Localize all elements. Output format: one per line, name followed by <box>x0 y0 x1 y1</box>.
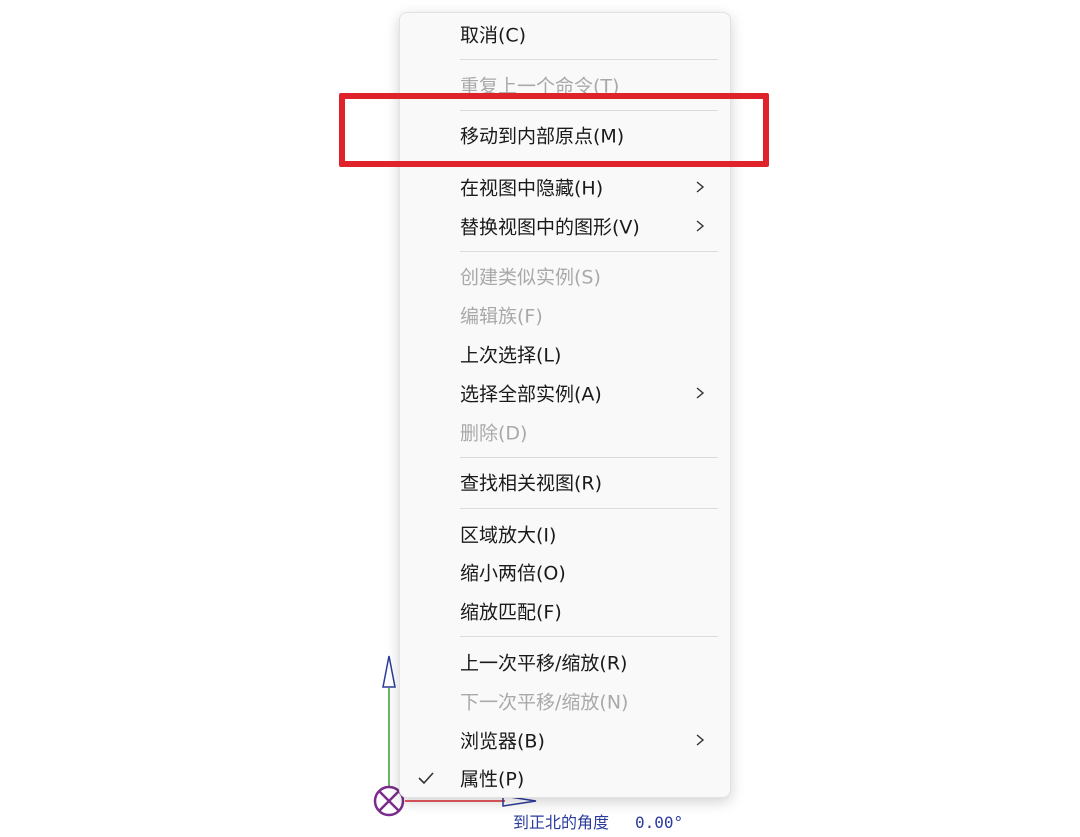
highlight-annotation-box <box>339 93 769 167</box>
y-axis-arrow-icon <box>382 655 396 688</box>
menu-item-edit-family: 编辑族(F) <box>400 298 730 332</box>
menu-item-label: 替换视图中的图形(V) <box>460 216 640 239</box>
menu-item-label: 在视图中隐藏(H) <box>460 177 604 200</box>
menu-item-zoom-in-region[interactable]: 区域放大(I) <box>400 517 730 551</box>
menu-item-find-referring-views[interactable]: 查找相关视图(R) <box>400 465 730 499</box>
menu-item-label: 浏览器(B) <box>460 730 545 753</box>
checkmark-icon <box>418 772 434 785</box>
menu-separator <box>460 457 718 458</box>
menu-item-select-all-instances[interactable]: 选择全部实例(A) <box>400 376 730 410</box>
north-angle-label: 到正北的角度 <box>513 813 610 832</box>
menu-item-properties[interactable]: 属性(P) <box>400 761 730 795</box>
chevron-right-icon <box>696 387 705 399</box>
menu-separator <box>460 251 718 252</box>
menu-item-override-graphics-in-view[interactable]: 替换视图中的图形(V) <box>400 209 730 243</box>
menu-item-delete: 删除(D) <box>400 415 730 449</box>
chevron-right-icon <box>696 181 705 193</box>
menu-item-label: 选择全部实例(A) <box>460 383 602 406</box>
menu-item-next-pan-zoom: 下一次平移/缩放(N) <box>400 684 730 718</box>
menu-item-zoom-out-2x[interactable]: 缩小两倍(O) <box>400 555 730 589</box>
north-angle-readout: 到正北的角度 0.00° <box>513 809 683 833</box>
chevron-right-icon <box>696 220 705 232</box>
menu-item-hide-in-view[interactable]: 在视图中隐藏(H) <box>400 170 730 204</box>
menu-item-label: 创建类似实例(S) <box>460 266 601 289</box>
menu-item-create-similar: 创建类似实例(S) <box>400 259 730 293</box>
menu-item-label: 缩小两倍(O) <box>460 562 566 585</box>
north-angle-value: 0.00° <box>635 813 684 832</box>
menu-item-label: 下一次平移/缩放(N) <box>460 691 629 714</box>
menu-item-label: 区域放大(I) <box>460 524 557 547</box>
menu-separator <box>460 59 718 60</box>
menu-item-label: 上次选择(L) <box>460 344 562 367</box>
menu-separator <box>460 636 718 637</box>
menu-item-label: 缩放匹配(F) <box>460 601 562 624</box>
menu-separator <box>460 508 718 509</box>
menu-item-cancel[interactable]: 取消(C) <box>400 17 730 51</box>
menu-item-browsers[interactable]: 浏览器(B) <box>400 723 730 757</box>
menu-item-select-previous[interactable]: 上次选择(L) <box>400 337 730 371</box>
menu-item-label: 取消(C) <box>460 24 527 47</box>
menu-item-label: 上一次平移/缩放(R) <box>460 652 628 675</box>
menu-item-label: 编辑族(F) <box>460 305 543 328</box>
menu-item-label: 删除(D) <box>460 422 528 445</box>
menu-item-label: 查找相关视图(R) <box>460 472 603 495</box>
chevron-right-icon <box>696 734 705 746</box>
drawing-canvas[interactable]: 到正北的角度 0.00° 取消(C) 重复上一个命令(T) 移动到内部原点(M) … <box>0 0 1080 837</box>
menu-item-zoom-to-fit[interactable]: 缩放匹配(F) <box>400 594 730 628</box>
menu-item-label: 属性(P) <box>460 768 525 791</box>
menu-item-previous-pan-zoom[interactable]: 上一次平移/缩放(R) <box>400 645 730 679</box>
